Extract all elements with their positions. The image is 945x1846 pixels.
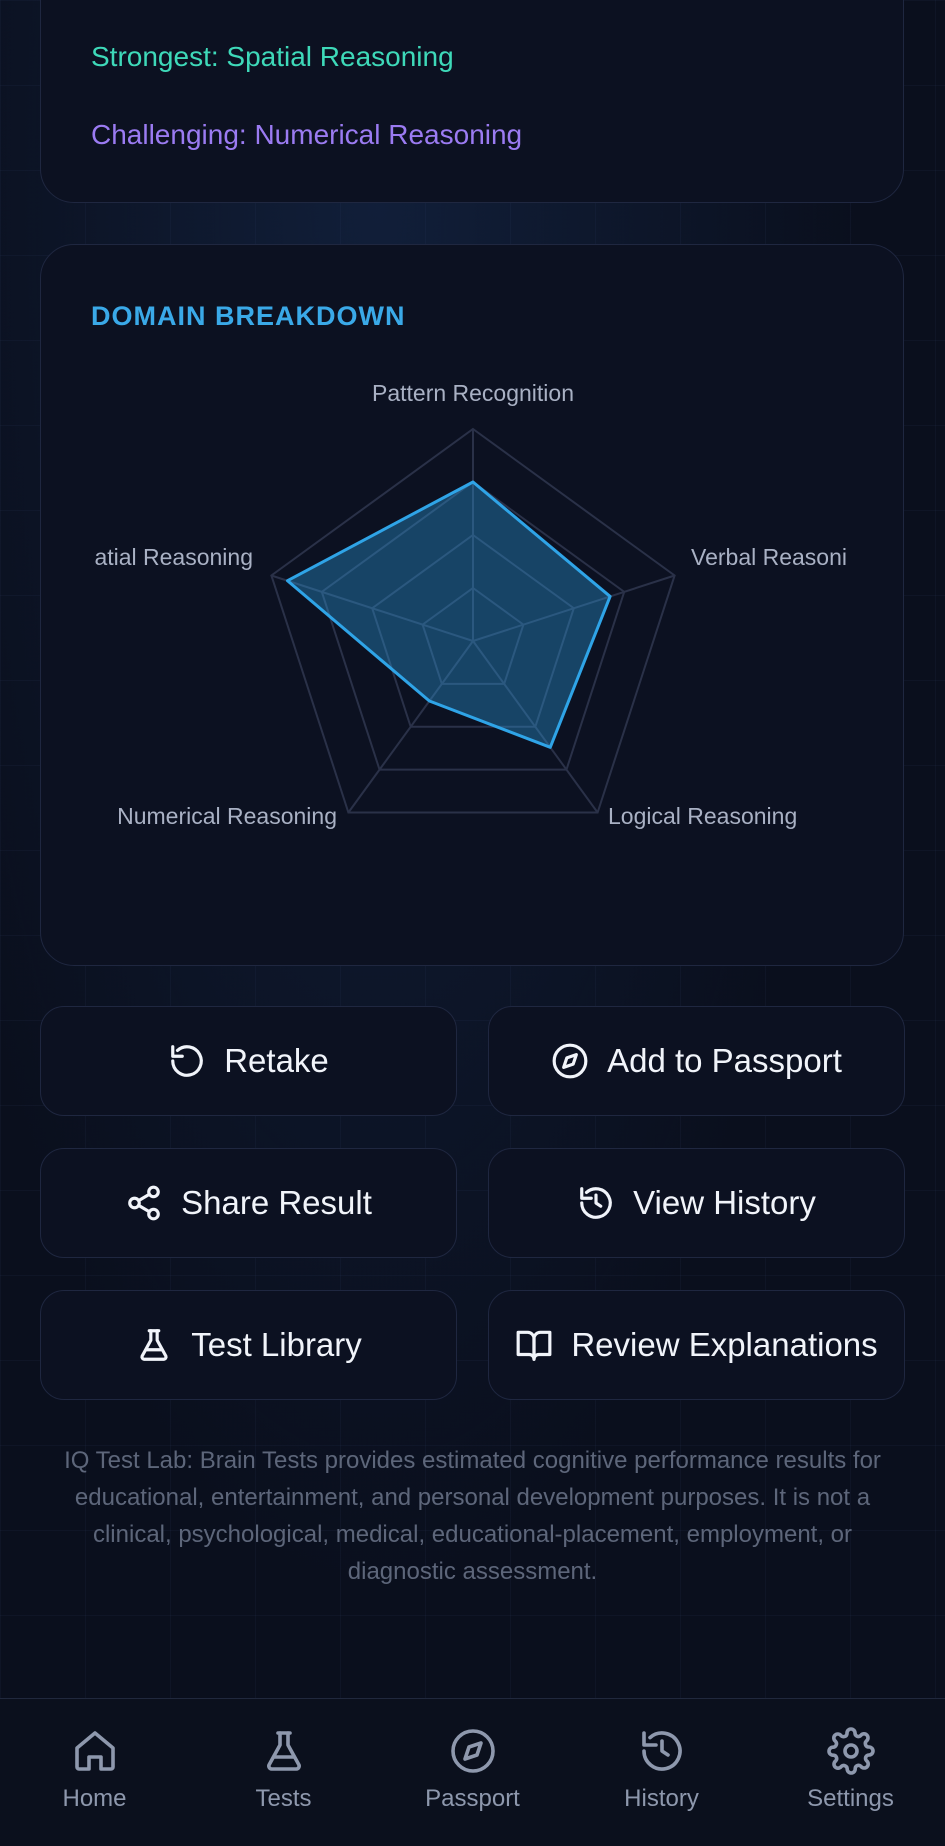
- history-icon: [580, 1187, 612, 1219]
- challenging-domain: Challenging: Numerical Reasoning: [91, 119, 523, 150]
- share-icon: [128, 1185, 160, 1221]
- test-library-button[interactable]: Test Library: [40, 1290, 457, 1400]
- compass-icon: [450, 1729, 495, 1773]
- radar-chart: Pattern Recognition Verbal Reasoni Logical…: [94, 380, 847, 829]
- home-icon: [74, 1731, 115, 1771]
- nav-passport-label: Passport: [425, 1785, 520, 1812]
- disclaimer-text: IQ Test Lab: Brain Tests provides estima…: [64, 1447, 881, 1585]
- radar-score-area: [286, 480, 612, 749]
- review-explanations-label: Review Explanations: [571, 1326, 878, 1363]
- nav-settings[interactable]: Settings: [756, 1699, 945, 1846]
- nav-home[interactable]: Home: [0, 1699, 189, 1846]
- history-icon: [641, 1731, 682, 1771]
- flask-icon: [140, 1329, 168, 1361]
- radar-axis-label: Verbal Reasoni: [691, 544, 847, 570]
- radar-axis-label: atial Reasoning: [94, 544, 253, 570]
- flask-icon: [266, 1731, 301, 1771]
- radar-axis-label: Numerical Reasoning: [117, 803, 337, 829]
- nav-home-label: Home: [62, 1785, 127, 1812]
- view-history-label: View History: [633, 1184, 816, 1221]
- retake-icon: [171, 1045, 203, 1077]
- retake-button[interactable]: Retake: [40, 1006, 457, 1116]
- add-to-passport-label: Add to Passport: [607, 1042, 842, 1079]
- radar-axis-label: Pattern Recognition: [372, 380, 574, 406]
- nav-tests[interactable]: Tests: [189, 1699, 378, 1846]
- nav-history-label: History: [624, 1785, 699, 1812]
- compass-icon: [552, 1043, 588, 1079]
- test-library-label: Test Library: [191, 1326, 362, 1363]
- nav-history[interactable]: History: [567, 1699, 756, 1846]
- share-result-label: Share Result: [181, 1184, 372, 1221]
- radar-axis-label: Logical Reasoning: [608, 803, 797, 829]
- nav-passport[interactable]: Passport: [378, 1699, 567, 1846]
- share-result-button[interactable]: Share Result: [40, 1148, 457, 1258]
- strongest-domain: Strongest: Spatial Reasoning: [91, 41, 454, 72]
- view-history-button[interactable]: View History: [488, 1148, 905, 1258]
- domain-breakdown-card: DOMAIN BREAKDOWN Pattern Recognition Verb…: [40, 244, 904, 966]
- summary-card: Strongest: Spatial Reasoning Challenging…: [40, 0, 904, 203]
- nav-settings-label: Settings: [807, 1785, 894, 1812]
- bottom-nav: Home Tests Passport History Settings: [0, 1698, 945, 1846]
- gear-icon: [826, 1727, 875, 1775]
- book-open-icon: [516, 1330, 552, 1361]
- review-explanations-button[interactable]: Review Explanations: [488, 1290, 905, 1400]
- add-to-passport-button[interactable]: Add to Passport: [488, 1006, 905, 1116]
- retake-label: Retake: [224, 1042, 329, 1079]
- nav-tests-label: Tests: [255, 1785, 312, 1812]
